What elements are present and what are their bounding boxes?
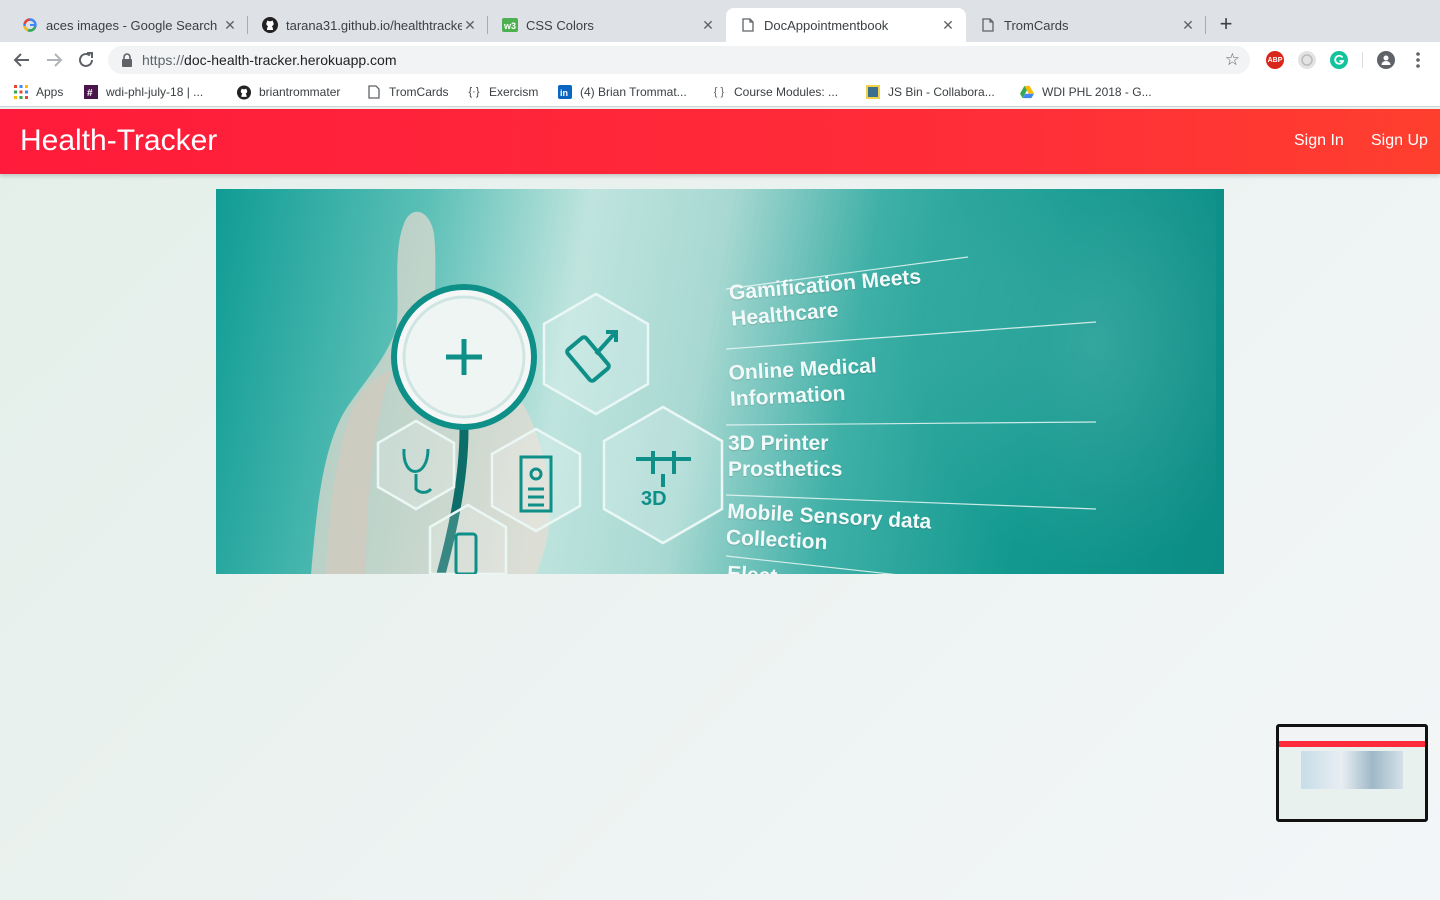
browser-toolbar: https://doc-health-tracker.herokuapp.com… bbox=[0, 42, 1440, 78]
bookmark-label: Apps bbox=[36, 85, 64, 99]
grammarly-icon[interactable] bbox=[1330, 51, 1348, 69]
page-viewport: Health-Tracker Sign In Sign Up 3D Gamifi… bbox=[0, 109, 1440, 900]
thumbnail-navbar bbox=[1279, 741, 1425, 747]
browser-tab[interactable]: aces images - Google Search ✕ bbox=[8, 8, 248, 42]
google-icon bbox=[22, 17, 38, 33]
site-brand[interactable]: Health-Tracker bbox=[20, 124, 217, 158]
adblock-icon[interactable]: ABP bbox=[1266, 51, 1284, 69]
bookmark-apps[interactable]: Apps bbox=[14, 83, 63, 101]
svg-text:w3: w3 bbox=[503, 21, 516, 31]
apps-grid-icon bbox=[14, 85, 28, 99]
hero-item-online-medical: Online Medical Information bbox=[728, 354, 878, 411]
back-arrow-icon bbox=[13, 53, 29, 67]
bookmark-star-icon[interactable]: ☆ bbox=[1225, 50, 1240, 70]
browser-tab[interactable]: TromCards ✕ bbox=[966, 8, 1206, 42]
exercism-icon: {·} bbox=[468, 86, 480, 98]
reload-button[interactable] bbox=[74, 48, 98, 72]
bookmark-label: (4) Brian Trommat... bbox=[580, 85, 687, 99]
browser-tab[interactable]: tarana31.github.io/healthtracker ✕ bbox=[248, 8, 488, 42]
url-text: https://doc-health-tracker.herokuapp.com bbox=[142, 52, 397, 68]
hero-banner-image: 3D Gamification Meets Healthcare Online … bbox=[216, 189, 1224, 574]
reload-icon bbox=[79, 52, 93, 67]
thumbnail-browser-bar bbox=[1279, 727, 1425, 741]
tab-title: DocAppointmentbook bbox=[764, 17, 889, 33]
svg-text:#: # bbox=[87, 88, 93, 99]
hero-item-mobile-sensory: Mobile Sensory data Collection bbox=[725, 499, 932, 555]
thumbnail-hero-image bbox=[1301, 751, 1403, 789]
lock-icon bbox=[122, 53, 132, 67]
close-icon[interactable]: ✕ bbox=[222, 17, 238, 34]
bookmark-label: WDI PHL 2018 - G... bbox=[1042, 85, 1152, 99]
forward-button[interactable] bbox=[42, 48, 66, 72]
tab-title: TromCards bbox=[1004, 17, 1069, 33]
bookmark-item[interactable]: in (4) Brian Trommat... bbox=[558, 83, 687, 101]
bookmark-label: briantrommater bbox=[259, 85, 341, 99]
menu-icon[interactable] bbox=[1410, 51, 1426, 69]
browser-tab[interactable]: w3 CSS Colors ✕ bbox=[488, 8, 726, 42]
back-button[interactable] bbox=[10, 48, 34, 72]
svg-text:in: in bbox=[560, 88, 568, 98]
tab-title: tarana31.github.io/healthtracker bbox=[286, 17, 462, 33]
close-icon[interactable]: ✕ bbox=[700, 17, 716, 34]
browser-tab-strip: aces images - Google Search ✕ tarana31.g… bbox=[0, 0, 1440, 42]
bookmark-item[interactable]: WDI PHL 2018 - G... bbox=[1020, 83, 1152, 101]
sign-in-link[interactable]: Sign In bbox=[1294, 132, 1344, 150]
close-icon[interactable]: ✕ bbox=[1180, 17, 1196, 34]
page-icon bbox=[367, 85, 381, 99]
bookmark-label: TromCards bbox=[389, 85, 449, 99]
linkedin-icon: in bbox=[558, 85, 572, 99]
drive-icon bbox=[1020, 85, 1034, 99]
bookmark-label: wdi-phl-july-18 | ... bbox=[106, 85, 204, 99]
forward-arrow-icon bbox=[47, 53, 63, 67]
bookmark-label: JS Bin - Collabora... bbox=[888, 85, 995, 99]
bookmark-item[interactable]: {·} Exercism bbox=[467, 83, 538, 101]
screenshot-preview-thumbnail[interactable] bbox=[1276, 724, 1428, 822]
bookmark-item[interactable]: JS Bin - Collabora... bbox=[866, 83, 995, 101]
ghost-icon[interactable] bbox=[1298, 51, 1316, 69]
github-icon bbox=[237, 85, 251, 99]
label-3d: 3D bbox=[641, 488, 667, 510]
account-icon[interactable] bbox=[1377, 51, 1395, 69]
bookmark-label: Course Modules: ... bbox=[734, 85, 839, 99]
address-bar[interactable]: https://doc-health-tracker.herokuapp.com… bbox=[108, 46, 1250, 74]
slack-icon: # bbox=[84, 85, 98, 99]
page-icon bbox=[740, 17, 756, 33]
hero-item-3d-printer: 3D Printer Prosthetics bbox=[728, 432, 843, 481]
w3-icon: w3 bbox=[502, 17, 518, 33]
browser-tab-active[interactable]: DocAppointmentbook ✕ bbox=[726, 8, 966, 42]
sign-up-link[interactable]: Sign Up bbox=[1371, 132, 1428, 150]
jsbin-icon bbox=[866, 85, 880, 99]
bookmark-label: Exercism bbox=[489, 85, 539, 99]
bookmark-item[interactable]: # wdi-phl-july-18 | ... bbox=[84, 83, 203, 101]
tab-title: CSS Colors bbox=[526, 17, 594, 33]
tab-title: aces images - Google Search bbox=[46, 17, 218, 33]
bookmark-item[interactable]: { } Course Modules: ... bbox=[712, 83, 838, 101]
new-tab-button[interactable]: + bbox=[1214, 13, 1238, 37]
page-icon bbox=[980, 17, 996, 33]
tab-divider bbox=[1205, 16, 1206, 34]
braces-icon: { } bbox=[713, 86, 725, 98]
bookmarks-bar: Apps # wdi-phl-july-18 | ... briantromma… bbox=[0, 78, 1440, 107]
site-navbar: Health-Tracker Sign In Sign Up bbox=[0, 109, 1440, 174]
hero-illustration: 3D bbox=[311, 211, 1097, 574]
github-icon bbox=[262, 17, 278, 33]
toolbar-divider bbox=[1362, 52, 1363, 68]
close-icon[interactable]: ✕ bbox=[462, 17, 478, 34]
close-icon[interactable]: ✕ bbox=[940, 17, 956, 34]
bookmark-item[interactable]: briantrommater bbox=[237, 83, 340, 101]
bookmark-item[interactable]: TromCards bbox=[367, 83, 449, 101]
